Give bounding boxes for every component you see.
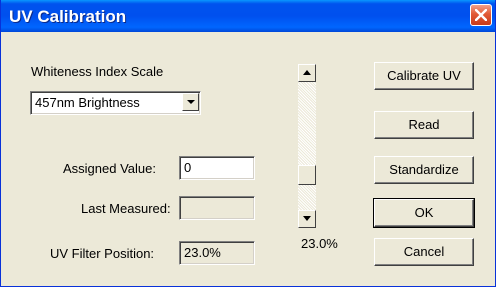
uv-filter-position-label: UV Filter Position: xyxy=(50,246,155,261)
cancel-button[interactable]: Cancel xyxy=(374,238,474,266)
scale-selected-value: 457nm Brightness xyxy=(35,95,140,110)
standardize-button[interactable]: Standardize xyxy=(374,156,474,184)
chevron-down-icon xyxy=(187,100,195,104)
uv-filter-position-value: 23.0% xyxy=(179,241,255,265)
scroll-down-arrow-icon xyxy=(303,216,311,221)
slider-up-button[interactable] xyxy=(298,64,316,82)
calibrate-uv-button[interactable]: Calibrate UV xyxy=(374,62,474,90)
scale-label: Whiteness Index Scale xyxy=(31,64,164,79)
last-measured-label: Last Measured: xyxy=(81,201,171,216)
dropdown-button[interactable] xyxy=(182,93,199,111)
scroll-up-arrow-icon xyxy=(303,70,311,75)
window-title: UV Calibration xyxy=(9,7,127,26)
title-bar[interactable]: UV Calibration xyxy=(1,0,495,32)
ok-button[interactable]: OK xyxy=(373,198,475,228)
scale-dropdown[interactable]: 457nm Brightness xyxy=(30,91,201,115)
slider-down-button[interactable] xyxy=(298,210,316,228)
assigned-value-label: Assigned Value: xyxy=(63,161,156,176)
uv-calibration-dialog: UV Calibration Whiteness Index Scale 457… xyxy=(0,0,496,287)
close-icon xyxy=(475,9,487,21)
assigned-value-input[interactable]: 0 xyxy=(179,156,255,180)
read-button[interactable]: Read xyxy=(374,111,474,139)
slider-track[interactable] xyxy=(298,82,316,210)
slider-value-text: 23.0% xyxy=(301,236,338,251)
close-button[interactable] xyxy=(470,4,492,26)
slider-thumb[interactable] xyxy=(298,165,316,185)
last-measured-field xyxy=(179,196,255,220)
